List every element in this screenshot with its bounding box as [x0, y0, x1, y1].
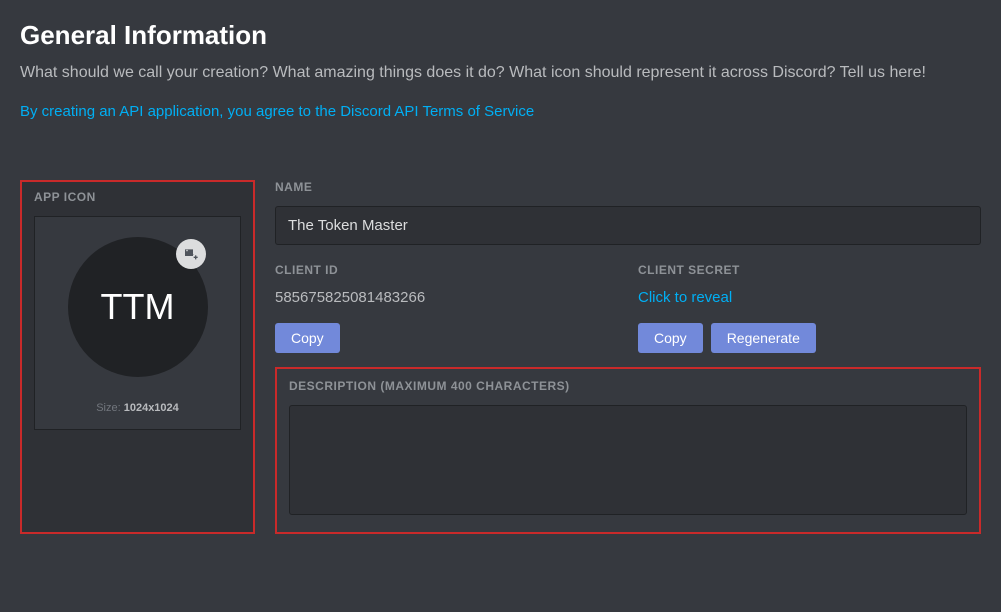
reveal-secret-link[interactable]: Click to reveal — [638, 289, 981, 311]
description-section: DESCRIPTION (MAXIMUM 400 CHARACTERS) — [275, 367, 981, 534]
page-title: General Information — [20, 20, 981, 51]
client-secret-label: CLIENT SECRET — [638, 263, 981, 277]
page-subtitle: What should we call your creation? What … — [20, 61, 981, 85]
name-input[interactable] — [275, 206, 981, 245]
regenerate-secret-button[interactable]: Regenerate — [711, 323, 816, 353]
app-icon-section: APP ICON TTM Size: 1024x1024 — [20, 180, 255, 534]
avatar-initials: TTM — [101, 286, 175, 328]
description-label: DESCRIPTION (MAXIMUM 400 CHARACTERS) — [289, 379, 967, 393]
upload-image-icon[interactable] — [176, 239, 206, 269]
app-icon-size: Size: 1024x1024 — [96, 402, 179, 414]
copy-client-id-button[interactable]: Copy — [275, 323, 340, 353]
name-label: NAME — [275, 180, 981, 194]
tos-link[interactable]: By creating an API application, you agre… — [20, 103, 534, 120]
copy-client-secret-button[interactable]: Copy — [638, 323, 703, 353]
description-textarea[interactable] — [289, 405, 967, 515]
app-icon-upload[interactable]: TTM Size: 1024x1024 — [34, 216, 241, 430]
client-id-label: CLIENT ID — [275, 263, 618, 277]
client-id-value: 585675825081483266 — [275, 289, 618, 311]
app-avatar: TTM — [68, 237, 208, 377]
app-icon-label: APP ICON — [34, 190, 241, 204]
